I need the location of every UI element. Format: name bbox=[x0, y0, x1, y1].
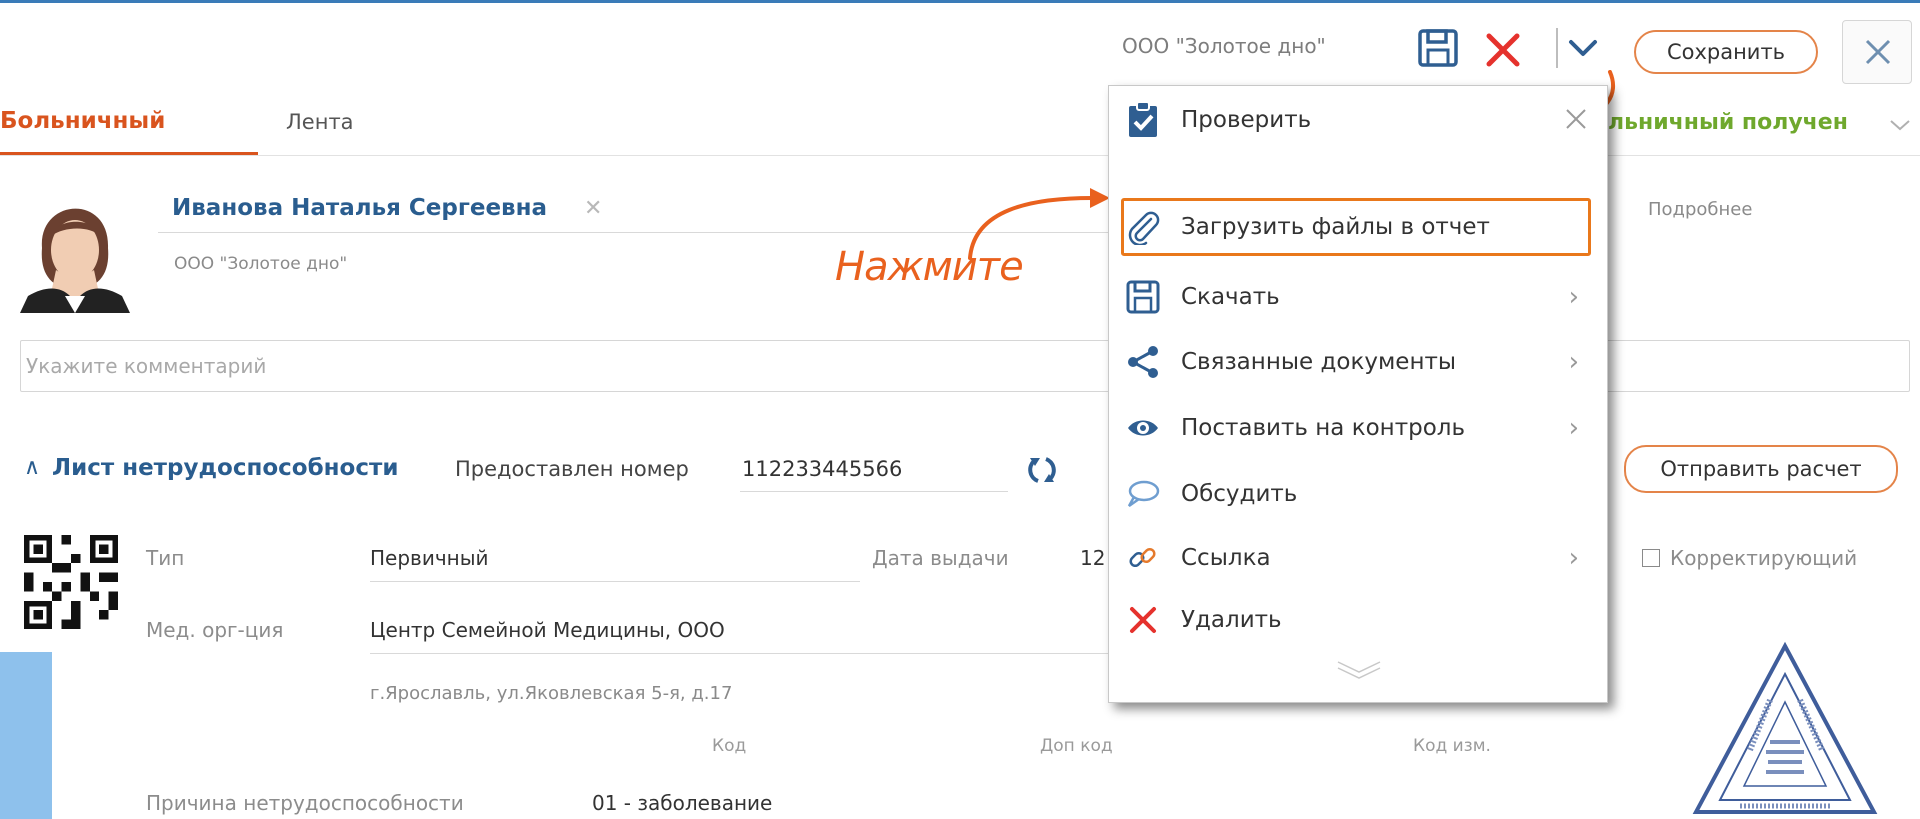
menu-item-label: Скачать bbox=[1181, 284, 1280, 310]
avatar-photo bbox=[20, 178, 130, 313]
menu-item-upload-files[interactable]: Загрузить файлы в отчет bbox=[1123, 198, 1593, 256]
qr-code-image bbox=[24, 535, 118, 629]
medorg-value[interactable]: Центр Семейной Медицины, ООО bbox=[370, 618, 725, 642]
menu-item-label: Проверить bbox=[1181, 107, 1312, 133]
medorg-label: Мед. орг-ция bbox=[146, 618, 284, 642]
more-actions-dropdown-button[interactable] bbox=[1566, 34, 1600, 62]
refresh-number-button[interactable] bbox=[1024, 452, 1060, 488]
medorg-address: г.Ярославль, ул.Яковлевская 5-я, д.17 bbox=[370, 683, 733, 704]
speech-bubble-icon bbox=[1123, 474, 1163, 514]
status-label: льничный получен bbox=[1608, 110, 1848, 135]
tabs-divider bbox=[0, 155, 1920, 156]
chevron-right-icon: › bbox=[1568, 543, 1579, 573]
close-window-button[interactable] bbox=[1842, 20, 1912, 84]
type-label: Тип bbox=[146, 546, 185, 570]
employee-name[interactable]: Иванова Наталья Сергеевна bbox=[172, 195, 547, 221]
clear-employee-icon[interactable]: ✕ bbox=[584, 196, 602, 221]
link-icon bbox=[1123, 538, 1163, 578]
code-label: Код bbox=[712, 736, 747, 756]
share-icon bbox=[1123, 342, 1163, 382]
chevron-down-icon bbox=[1890, 120, 1910, 131]
header-org-name: ООО "Золотое дно" bbox=[1122, 34, 1326, 58]
side-panel-strip bbox=[0, 652, 52, 819]
menu-item-label: Поставить на контроль bbox=[1181, 415, 1466, 441]
refresh-icon bbox=[1028, 457, 1056, 483]
menu-item-label: Загрузить файлы в отчет bbox=[1181, 214, 1490, 240]
annotation-arrow-click bbox=[968, 188, 1110, 260]
send-calc-button[interactable]: Отправить расчет bbox=[1624, 445, 1898, 493]
changed-code-label: Код изм. bbox=[1413, 736, 1491, 756]
comment-placeholder: Укажите комментарий bbox=[26, 354, 267, 378]
details-link[interactable]: Подробнее bbox=[1648, 199, 1752, 220]
floppy-icon bbox=[1418, 29, 1458, 67]
employee-org: ООО "Золотое дно" bbox=[174, 254, 348, 274]
save-button[interactable]: Сохранить bbox=[1634, 30, 1818, 74]
actions-dropdown-menu: Проверить Загрузить файлы в отчет Скачат… bbox=[1108, 85, 1608, 703]
menu-item-link[interactable]: Ссылка › bbox=[1123, 529, 1593, 587]
chevron-down-icon bbox=[1569, 40, 1597, 56]
corrective-checkbox[interactable] bbox=[1642, 549, 1660, 567]
status-dropdown[interactable] bbox=[1888, 116, 1912, 134]
cancel-button[interactable] bbox=[1483, 30, 1523, 70]
menu-expand-more[interactable] bbox=[1334, 656, 1384, 684]
floppy-icon bbox=[1123, 277, 1163, 317]
reason-value[interactable]: 01 - заболевание bbox=[592, 791, 772, 815]
close-icon bbox=[1865, 39, 1891, 65]
menu-item-check[interactable]: Проверить bbox=[1123, 91, 1593, 149]
menu-item-label: Удалить bbox=[1181, 607, 1282, 633]
close-red-icon bbox=[1486, 33, 1520, 67]
issue-date-label: Дата выдачи bbox=[872, 546, 1009, 570]
menu-item-label: Ссылка bbox=[1181, 545, 1271, 571]
section-title[interactable]: Лист нетрудоспособности bbox=[52, 455, 398, 481]
delete-x-icon bbox=[1123, 600, 1163, 640]
avatar bbox=[20, 178, 130, 313]
extra-code-label: Доп код bbox=[1040, 736, 1113, 756]
chevron-right-icon: › bbox=[1568, 413, 1579, 443]
type-value[interactable]: Первичный bbox=[370, 546, 489, 570]
menu-item-control[interactable]: Поставить на контроль › bbox=[1123, 399, 1593, 457]
menu-item-discuss[interactable]: Обсудить bbox=[1123, 465, 1593, 523]
menu-item-label: Связанные документы bbox=[1181, 349, 1457, 375]
reason-label: Причина нетрудоспособности bbox=[146, 791, 464, 815]
corrective-label: Корректирующий bbox=[1670, 546, 1858, 570]
toolbar-divider bbox=[1556, 28, 1558, 68]
double-chevron-down-icon bbox=[1337, 661, 1381, 679]
window-top-border bbox=[0, 0, 1920, 3]
qr-code bbox=[24, 535, 118, 629]
number-value[interactable]: 112233445566 bbox=[742, 457, 902, 481]
comment-input[interactable] bbox=[20, 340, 1910, 392]
issue-date-value[interactable]: 12 bbox=[1080, 546, 1105, 570]
paperclip-icon bbox=[1123, 207, 1163, 247]
tab-sick-leave[interactable]: Больничный bbox=[0, 108, 165, 134]
chevron-right-icon: › bbox=[1568, 282, 1579, 312]
tab-feed[interactable]: Лента bbox=[286, 110, 354, 134]
stamp-seal bbox=[1692, 641, 1878, 814]
chevron-right-icon: › bbox=[1568, 347, 1579, 377]
menu-item-download[interactable]: Скачать › bbox=[1123, 268, 1593, 326]
eye-icon bbox=[1123, 408, 1163, 448]
menu-item-related-docs[interactable]: Связанные документы › bbox=[1123, 333, 1593, 391]
collapse-section-icon[interactable]: ∧ bbox=[24, 455, 40, 480]
clipboard-check-icon bbox=[1123, 100, 1163, 140]
number-label: Предоставлен номер bbox=[455, 457, 689, 481]
menu-item-label: Обсудить bbox=[1181, 481, 1298, 507]
save-floppy-button[interactable] bbox=[1416, 28, 1460, 68]
menu-item-delete[interactable]: Удалить bbox=[1123, 591, 1593, 649]
